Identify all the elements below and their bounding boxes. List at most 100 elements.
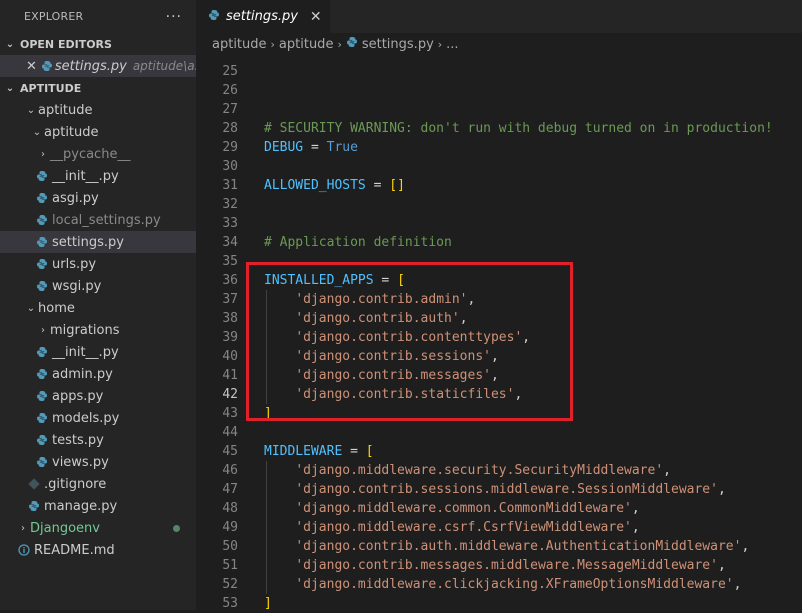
file-item[interactable]: wsgi.py xyxy=(0,275,196,297)
git-icon xyxy=(26,478,42,490)
tree-item-label: models.py xyxy=(52,410,120,426)
python-file-icon xyxy=(34,412,50,424)
tree-item-label: tests.py xyxy=(52,432,104,448)
line-number: 43 xyxy=(222,406,238,421)
line-number: 49 xyxy=(222,520,238,535)
folder-item[interactable]: › Djangoenv xyxy=(0,517,196,539)
tree-item-label: aptitude xyxy=(44,124,99,140)
line-number: 51 xyxy=(222,558,238,573)
line-number: 31 xyxy=(222,178,238,193)
file-item[interactable]: .gitignore xyxy=(0,473,196,495)
tree-item-label: README.md xyxy=(34,542,115,558)
code-line: ] xyxy=(264,596,272,611)
close-icon[interactable]: ✕ xyxy=(26,59,37,74)
python-file-icon xyxy=(346,36,362,52)
python-file-icon xyxy=(26,500,42,512)
file-item[interactable]: __init__.py xyxy=(0,165,196,187)
file-item[interactable]: apps.py xyxy=(0,385,196,407)
python-file-icon xyxy=(34,170,50,182)
tab-close-icon[interactable]: ✕ xyxy=(310,9,322,25)
python-file-icon xyxy=(34,368,50,380)
line-number: 40 xyxy=(222,349,238,364)
tree-item-label: home xyxy=(38,300,75,316)
tree-item-label: aptitude xyxy=(38,102,93,118)
folder-item[interactable]: ⌄ home xyxy=(0,297,196,319)
chevron-down-icon: ⌄ xyxy=(5,82,15,94)
tree-item-label: views.py xyxy=(52,454,109,470)
code-line: ALLOWED_HOSTS = [] xyxy=(264,178,405,193)
python-file-icon xyxy=(34,390,50,402)
tree-item-label: __init__.py xyxy=(52,168,119,184)
file-item[interactable]: urls.py xyxy=(0,253,196,275)
tree-item-label: __pycache__ xyxy=(50,146,131,162)
line-number: 25 xyxy=(222,64,238,79)
explorer-header: EXPLORER ··· xyxy=(0,0,196,33)
code-line: 'django.contrib.messages.middleware.Mess… xyxy=(295,558,726,573)
breadcrumb-item[interactable]: aptitude xyxy=(212,37,267,52)
line-number: 32 xyxy=(222,197,238,212)
tab-label: settings.py xyxy=(226,9,298,24)
tree-item-label: __init__.py xyxy=(52,344,119,360)
more-actions-icon[interactable]: ··· xyxy=(166,9,182,25)
chevron-right-icon: › xyxy=(21,522,25,534)
line-number: 33 xyxy=(222,216,238,231)
info-icon xyxy=(16,544,32,556)
folder-item[interactable]: › migrations xyxy=(0,319,196,341)
breadcrumb-item[interactable]: ... xyxy=(446,37,458,52)
open-editors-section[interactable]: ⌄ OPEN EDITORS xyxy=(0,33,196,55)
file-item[interactable]: local_settings.py xyxy=(0,209,196,231)
file-item[interactable]: tests.py xyxy=(0,429,196,451)
file-item[interactable]: views.py xyxy=(0,451,196,473)
file-item[interactable]: README.md xyxy=(0,539,196,561)
code-line: 'django.middleware.csrf.CsrfViewMiddlewa… xyxy=(295,520,640,535)
code-line: # Application definition xyxy=(264,235,452,250)
line-number: 47 xyxy=(222,482,238,497)
code-line: 'django.middleware.clickjacking.XFrameOp… xyxy=(295,577,742,592)
tree-item-label: asgi.py xyxy=(52,190,99,206)
indent-guide xyxy=(266,461,267,594)
tree-item-label: Djangoenv xyxy=(30,520,100,536)
line-number: 41 xyxy=(222,368,238,383)
python-file-icon xyxy=(34,434,50,446)
python-file-icon xyxy=(34,192,50,204)
folder-item[interactable]: › __pycache__ xyxy=(0,143,196,165)
file-item[interactable]: settings.py xyxy=(0,231,196,253)
tree-item-label: wsgi.py xyxy=(52,278,102,294)
file-tree: ⌄ aptitude ⌄ aptitude › __pycache__ __init__.p… xyxy=(0,99,196,561)
chevron-right-icon: › xyxy=(337,37,342,51)
line-number: 30 xyxy=(222,159,238,174)
highlight-box xyxy=(246,262,573,421)
line-number: 42 xyxy=(222,387,238,402)
line-number: 37 xyxy=(222,292,238,307)
breadcrumb-item[interactable]: aptitude xyxy=(279,37,334,52)
folder-item[interactable]: ⌄ aptitude xyxy=(0,99,196,121)
tab-settings[interactable]: settings.py ✕ xyxy=(196,0,330,33)
file-item[interactable]: admin.py xyxy=(0,363,196,385)
open-editor-name: settings.py xyxy=(54,58,127,74)
code-line: 'django.contrib.sessions.middleware.Sess… xyxy=(295,482,726,497)
tree-item-label: urls.py xyxy=(52,256,97,272)
line-number: 45 xyxy=(222,444,238,459)
line-number: 34 xyxy=(222,235,238,250)
tree-item-label: .gitignore xyxy=(44,476,107,492)
python-file-icon xyxy=(34,456,50,468)
python-file-icon xyxy=(34,280,50,292)
python-file-icon xyxy=(41,60,53,72)
file-item[interactable]: asgi.py xyxy=(0,187,196,209)
code-line: # SECURITY WARNING: don't run with debug… xyxy=(264,121,773,136)
line-number: 53 xyxy=(222,596,238,611)
chevron-down-icon: ⌄ xyxy=(32,126,42,138)
line-number: 36 xyxy=(222,273,238,288)
open-editor-path: aptitude\a... xyxy=(132,59,196,73)
breadcrumb-item[interactable]: settings.py xyxy=(362,37,434,52)
line-number: 46 xyxy=(222,463,238,478)
open-editor-item[interactable]: ✕ settings.py aptitude\a... xyxy=(0,55,196,77)
python-file-icon xyxy=(34,214,50,226)
file-item[interactable]: __init__.py xyxy=(0,341,196,363)
python-file-icon xyxy=(208,9,226,25)
file-item[interactable]: manage.py xyxy=(0,495,196,517)
file-item[interactable]: models.py xyxy=(0,407,196,429)
code-line: MIDDLEWARE = [ xyxy=(264,444,374,459)
folder-item[interactable]: ⌄ aptitude xyxy=(0,121,196,143)
project-section[interactable]: ⌄ APTITUDE xyxy=(0,77,196,99)
